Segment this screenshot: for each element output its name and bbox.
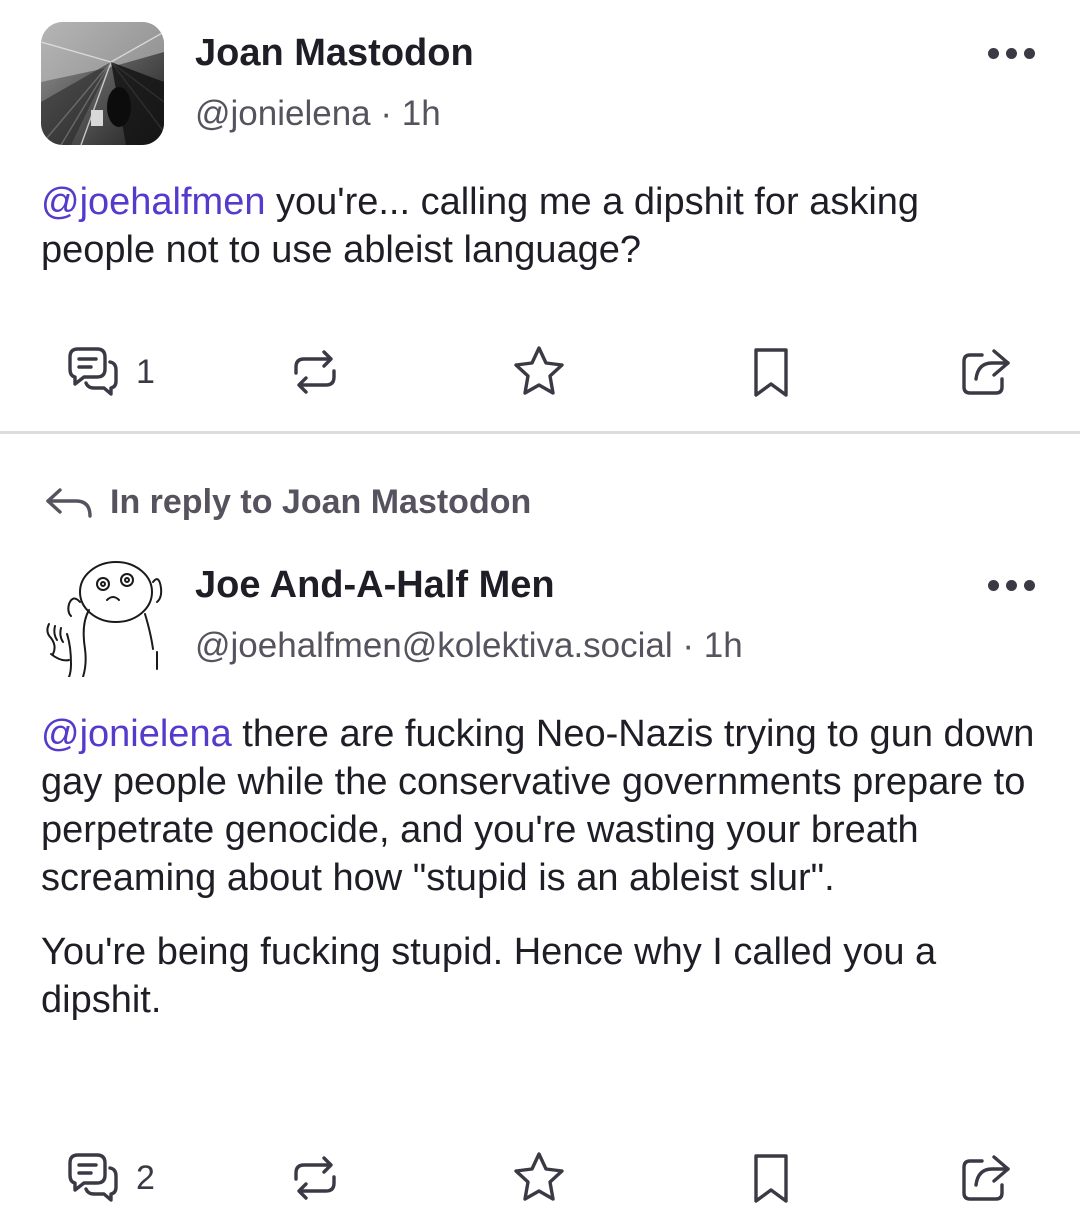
star-icon — [514, 1152, 564, 1201]
mention-link[interactable]: @jonielena — [41, 713, 232, 755]
display-name[interactable]: Joan Mastodon — [195, 32, 474, 75]
post-content: @jonielena there are fucking Neo-Nazis t… — [41, 710, 1041, 1050]
more-options-button[interactable] — [988, 44, 1036, 64]
boost-icon — [294, 1156, 336, 1200]
dot — [988, 48, 999, 59]
share-icon — [962, 349, 1010, 395]
share-button[interactable] — [956, 1148, 1014, 1208]
display-name[interactable]: Joe And-A-Half Men — [195, 564, 555, 607]
meta-separator: · — [682, 626, 695, 665]
boost-button[interactable] — [286, 1148, 344, 1208]
bookmark-button[interactable] — [742, 1148, 800, 1208]
reply-indicator[interactable]: In reply to Joan Mastodon — [44, 482, 531, 522]
reply-indicator-text: In reply to Joan Mastodon — [110, 482, 532, 521]
avatar[interactable] — [41, 22, 164, 145]
bookmark-icon — [754, 1154, 788, 1203]
post-paragraph: @joehalfmen you're... calling me a dipsh… — [41, 178, 1041, 274]
account-meta: @joehalfmen@kolektiva.social · 1h — [195, 626, 743, 666]
meta-separator: · — [380, 94, 393, 133]
share-button[interactable] — [956, 342, 1014, 402]
status-post[interactable]: In reply to Joan Mastodon Joe And-A-Half… — [0, 434, 1080, 1231]
reply-count: 1 — [136, 352, 155, 391]
star-icon — [514, 346, 564, 395]
avatar[interactable] — [41, 554, 164, 677]
favourite-button[interactable] — [510, 342, 568, 402]
bookmark-icon — [754, 348, 788, 397]
dot — [1024, 48, 1035, 59]
post-timestamp[interactable]: 1h — [402, 94, 441, 133]
reply-count: 2 — [136, 1158, 155, 1197]
share-icon — [962, 1155, 1010, 1201]
reply-button[interactable]: 2 — [64, 1148, 155, 1208]
mention-link[interactable]: @joehalfmen — [41, 181, 265, 223]
reply-arrow-icon — [46, 488, 92, 518]
avatar-image — [41, 554, 164, 677]
action-bar: 2 — [0, 1148, 1080, 1208]
favourite-button[interactable] — [510, 1148, 568, 1208]
reply-icon — [68, 1153, 118, 1202]
post-timestamp[interactable]: 1h — [704, 626, 743, 665]
reply-button[interactable]: 1 — [64, 342, 155, 402]
reply-icon — [68, 347, 118, 396]
account-handle[interactable]: @joehalfmen@kolektiva.social — [195, 626, 673, 665]
action-bar: 1 — [0, 342, 1080, 402]
dot — [1024, 580, 1035, 591]
more-options-button[interactable] — [988, 576, 1036, 596]
boost-button[interactable] — [286, 342, 344, 402]
status-post[interactable]: Joan Mastodon @jonielena · 1h @joehalfme… — [0, 0, 1080, 432]
account-handle[interactable]: @jonielena — [195, 94, 371, 133]
avatar-image — [41, 22, 164, 145]
post-paragraph: You're being fucking stupid. Hence why I… — [41, 928, 1041, 1024]
post-text: You're being fucking stupid. Hence why I… — [41, 931, 937, 1021]
account-meta: @jonielena · 1h — [195, 94, 441, 134]
post-content: @joehalfmen you're... calling me a dipsh… — [41, 178, 1041, 300]
boost-icon — [294, 350, 336, 394]
dot — [988, 580, 999, 591]
bookmark-button[interactable] — [742, 342, 800, 402]
dot — [1006, 48, 1017, 59]
dot — [1006, 580, 1017, 591]
post-paragraph: @jonielena there are fucking Neo-Nazis t… — [41, 710, 1041, 902]
